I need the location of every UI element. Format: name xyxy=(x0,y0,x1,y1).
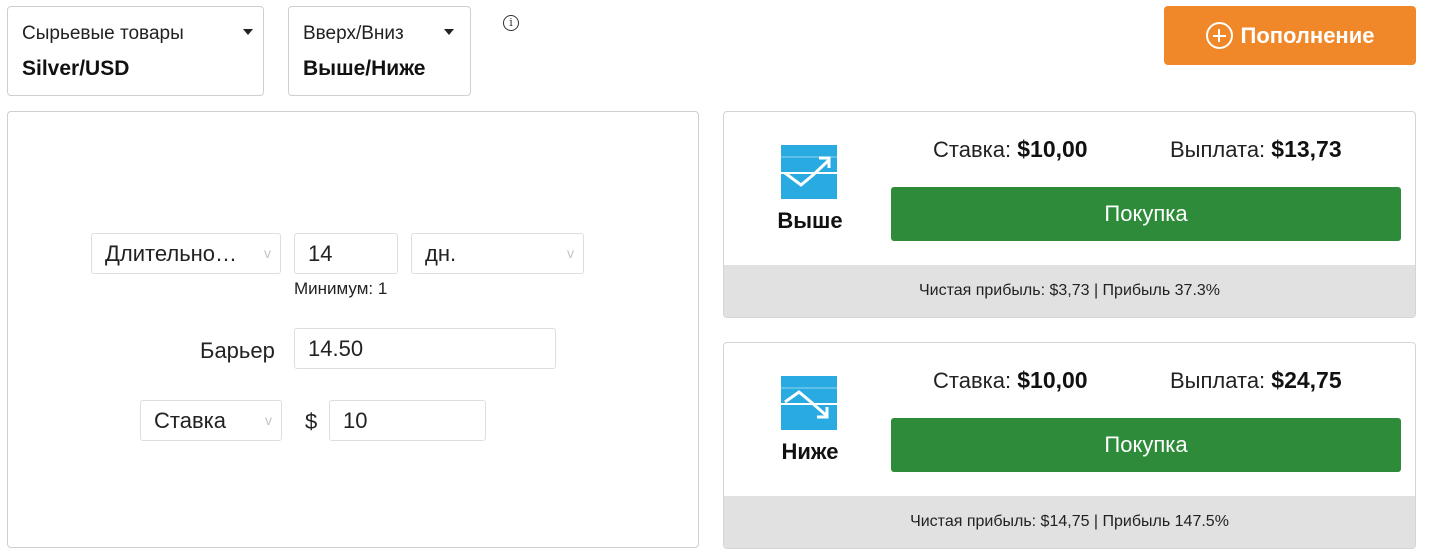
deposit-button[interactable]: Пополнение xyxy=(1164,6,1416,65)
asset-value: Silver/USD xyxy=(22,57,130,80)
currency-symbol: $ xyxy=(305,409,318,434)
contract-card-higher: Выше Ставка: $10,00 Выплата: $13,73 Поку… xyxy=(723,111,1416,318)
barrier-input[interactable]: 14.50 xyxy=(294,328,556,369)
stake-info: Ставка: $10,00 xyxy=(933,136,1088,163)
duration-unit-value: дн. xyxy=(425,241,457,266)
stake-label: Ставка: xyxy=(933,137,1012,162)
stake-label: Ставка: xyxy=(933,368,1012,393)
duration-unit-select[interactable]: дн. v xyxy=(411,233,584,274)
buy-higher-button[interactable]: Покупка xyxy=(891,187,1401,241)
buy-lower-button[interactable]: Покупка xyxy=(891,418,1401,472)
plus-circle-icon xyxy=(1205,22,1233,49)
amount-type-select[interactable]: Ставка v xyxy=(140,400,282,441)
payout-label: Выплата: xyxy=(1170,368,1266,393)
caret-down-icon xyxy=(243,29,253,35)
asset-category-label: Сырьевые товары xyxy=(22,23,184,44)
payout-label: Выплата: xyxy=(1170,137,1266,162)
contract-type-value: Выше/Ниже xyxy=(303,57,426,80)
stake-info: Ставка: $10,00 xyxy=(933,367,1088,394)
stake-amount: $10,00 xyxy=(1017,367,1088,393)
asset-selector[interactable]: Сырьевые товары Silver/USD xyxy=(7,6,264,96)
payout-amount: $13,73 xyxy=(1271,136,1342,162)
contract-card-lower: Ниже Ставка: $10,00 Выплата: $24,75 Поку… xyxy=(723,342,1416,549)
stake-input[interactable]: 10 xyxy=(329,400,486,441)
minimum-note: Минимум: 1 xyxy=(294,279,388,298)
contract-type-selector[interactable]: Вверх/Вниз Выше/Ниже xyxy=(288,6,471,96)
direction-label: Выше xyxy=(777,208,843,233)
deposit-button-label: Пополнение xyxy=(1240,22,1375,48)
net-profit-info: Чистая прибыль: $3,73 | Прибыль 37.3% xyxy=(724,265,1415,317)
chevron-down-icon: v xyxy=(265,412,272,428)
caret-down-icon xyxy=(444,29,454,35)
chevron-down-icon: v xyxy=(264,245,271,261)
barrier-label: Барьер xyxy=(200,338,275,363)
duration-input[interactable]: 14 xyxy=(294,233,398,274)
stake-amount: $10,00 xyxy=(1017,136,1088,162)
duration-type-value: Длительно… xyxy=(105,241,238,266)
duration-type-select[interactable]: Длительно… v xyxy=(91,233,281,274)
duration-value: 14 xyxy=(308,241,333,266)
payout-amount: $24,75 xyxy=(1271,367,1342,393)
payout-info: Выплата: $24,75 xyxy=(1170,367,1342,394)
trend-up-icon xyxy=(781,145,837,199)
barrier-value: 14.50 xyxy=(308,336,364,361)
info-icon[interactable]: i xyxy=(503,15,519,31)
stake-value: 10 xyxy=(343,408,368,433)
chevron-down-icon: v xyxy=(567,245,574,261)
contract-category-label: Вверх/Вниз xyxy=(303,23,404,44)
payout-info: Выплата: $13,73 xyxy=(1170,136,1342,163)
direction-label: Ниже xyxy=(781,439,839,464)
amount-type-value: Ставка xyxy=(154,408,226,433)
trend-down-icon xyxy=(781,376,837,430)
trade-form-panel: Длительно… v 14 дн. v Минимум: 1 Барьер … xyxy=(7,111,699,548)
net-profit-info: Чистая прибыль: $14,75 | Прибыль 147.5% xyxy=(724,496,1415,548)
